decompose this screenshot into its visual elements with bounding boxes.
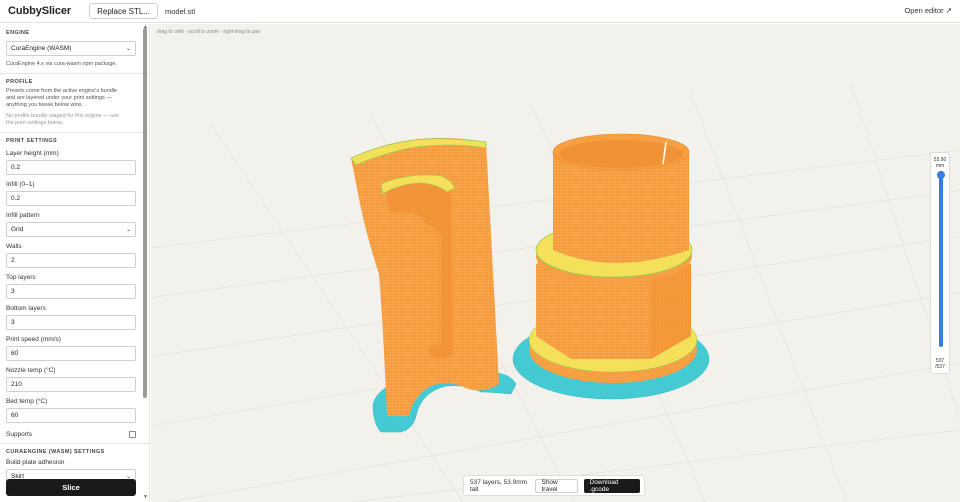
open-editor-link[interactable]: Open editor ↗ [904,6,952,15]
engine-hint: CuraEngine 4.x via cura-wasm npm package… [6,61,117,67]
layer-height-readout: 53.90 mm [931,157,949,169]
viewport-hint: drag to orbit · scroll to zoom · right-d… [157,29,261,35]
infill-pattern-select[interactable]: Grid ⌄ [6,222,136,237]
scroll-down-icon[interactable]: ▼ [143,494,148,500]
replace-stl-button[interactable]: Replace STL... [89,3,159,19]
gcode-preview-scene[interactable] [151,24,960,502]
settings-sidebar[interactable]: ENGINE CuraEngine (WASM) ⌄ CuraEngine 4.… [0,24,150,502]
bed-temp-input[interactable]: 60 [6,408,136,423]
model-filename: model.stl [165,6,196,16]
engine-select-value: CuraEngine (WASM) [11,45,72,52]
engine-select[interactable]: CuraEngine (WASM) ⌄ [6,41,136,56]
walls-input[interactable]: 2 [6,253,136,268]
profile-section-title: PROFILE [6,79,33,85]
cura-settings-title: CURAENGINE (WASM) SETTINGS [6,449,105,455]
sidebar-scrollbar[interactable] [143,28,147,398]
profile-hint-line: and are layered under your print setting… [6,95,112,101]
bottom-layers-input[interactable]: 3 [6,315,136,330]
slice-button[interactable]: Slice [6,479,136,496]
supports-label: Supports [6,431,33,438]
engine-section-title: ENGINE [6,30,30,36]
app-brand: CubbySlicer [8,5,72,17]
layer-height-input[interactable]: 0.2 [6,160,136,175]
profile-hint-line: anything you tweak below wins. [6,102,84,108]
profile-muted-line: No profile bundle staged for this engine… [6,113,120,119]
chevron-down-icon: ⌄ [125,227,131,233]
slice-status: 537 layers, 53.9mm tall [470,478,528,493]
layer-slider[interactable]: 53.90 mm 537 /537 [930,152,950,374]
infill-pattern-label: Infill pattern [6,212,40,219]
profile-hint-line: Presets come from the active engine's bu… [6,88,118,94]
divider [0,132,149,133]
download-gcode-button[interactable]: Download .gcode [583,478,640,493]
top-layers-label: Top layers [6,274,36,281]
layer-slider-fill [939,171,943,347]
layer-height-label: Layer height (mm) [6,150,59,157]
supports-checkbox[interactable] [129,431,136,438]
divider [0,443,149,444]
bottom-layers-label: Bottom layers [6,305,46,312]
layer-count-readout: 537 /537 [931,358,949,370]
top-layers-input[interactable]: 3 [6,284,136,299]
adhesion-label: Build plate adhesion [6,459,65,466]
supports-row: Supports [6,431,136,438]
nozzle-temp-label: Nozzle temp (°C) [6,367,56,374]
3d-viewport[interactable]: drag to orbit · scroll to zoom · right-d… [151,24,960,502]
top-bar: CubbySlicer Replace STL... model.stl Ope… [0,0,960,23]
divider [0,73,149,74]
total-layers: /537 [935,364,945,370]
nozzle-temp-input[interactable]: 210 [6,377,136,392]
print-speed-input[interactable]: 60 [6,346,136,361]
slice-result-bar: 537 layers, 53.9mm tall Show travel Down… [463,475,645,496]
layer-slider-handle[interactable] [937,171,945,179]
infill-input[interactable]: 0.2 [6,191,136,206]
bed-temp-label: Bed temp (°C) [6,398,48,405]
show-travel-button[interactable]: Show travel [535,478,578,493]
walls-label: Walls [6,243,22,250]
print-settings-title: PRINT SETTINGS [6,138,58,144]
print-speed-label: Print speed (mm/s) [6,336,61,343]
profile-muted-line: the print settings below. [6,120,64,126]
chevron-down-icon: ⌄ [125,46,131,52]
layer-height-unit: mm [935,163,945,169]
layer-slider-track[interactable] [939,171,943,347]
infill-label: Infill (0–1) [6,181,35,188]
infill-pattern-value: Grid [11,226,24,233]
